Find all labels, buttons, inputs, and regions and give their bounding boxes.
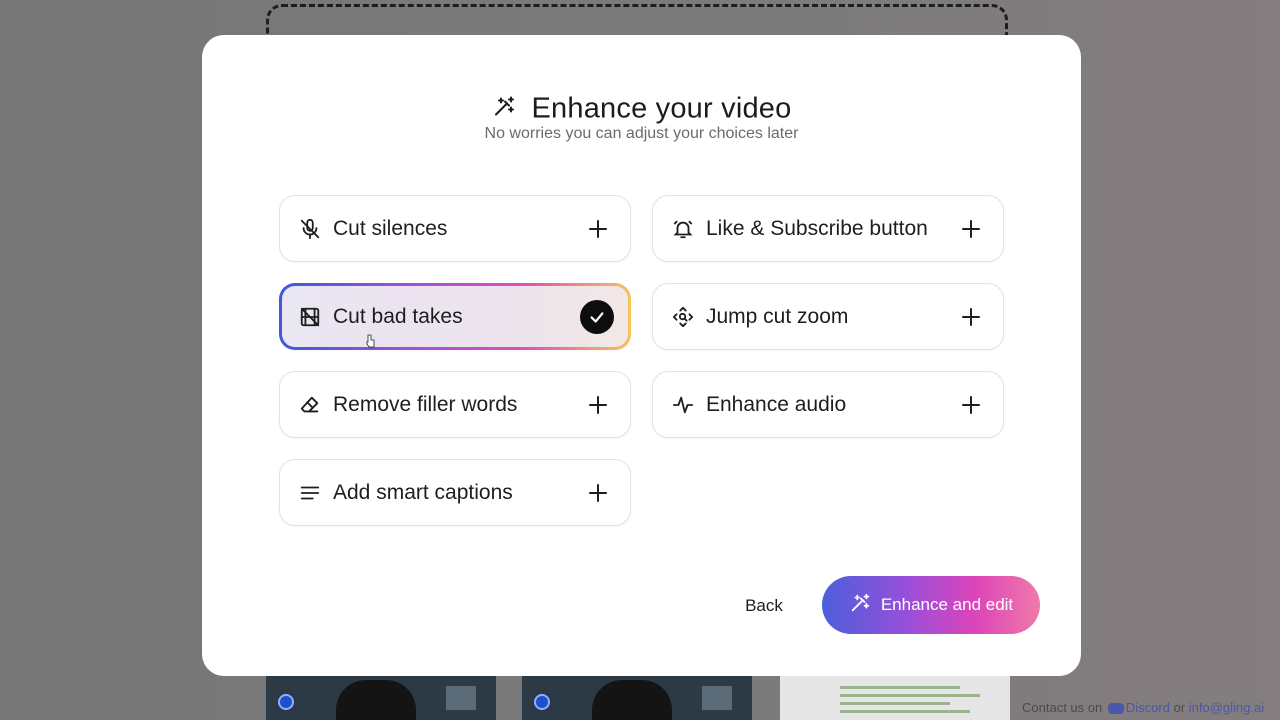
- mic-off-icon: [298, 217, 322, 241]
- doc-line: [840, 710, 970, 713]
- check-icon[interactable]: [580, 299, 614, 334]
- contact-prefix: Contact us on: [1022, 700, 1103, 715]
- option-like-subscribe-button[interactable]: Like & Subscribe button: [652, 195, 1004, 262]
- option-label: Cut bad takes: [333, 304, 463, 328]
- hand-cursor-icon: [366, 334, 375, 348]
- footer-contact: Contact us on Discord or info@gling.ai: [1022, 700, 1264, 715]
- option-label: Cut silences: [333, 216, 448, 240]
- option-label: Like & Subscribe button: [706, 216, 928, 240]
- email-link[interactable]: info@gling.ai: [1189, 700, 1264, 715]
- magic-wand-icon: [492, 95, 516, 124]
- text-lines-icon: [298, 481, 322, 505]
- discord-link[interactable]: Discord: [1126, 700, 1170, 715]
- option-label: Remove filler words: [333, 392, 518, 416]
- modal-title: Enhance your video: [531, 92, 792, 125]
- bell-icon: [671, 217, 695, 241]
- thumbnail-person: [336, 680, 416, 720]
- discord-icon: [1107, 703, 1124, 715]
- option-label: Add smart captions: [333, 480, 513, 504]
- option-jump-cut-zoom[interactable]: Jump cut zoom: [652, 283, 1004, 350]
- plus-icon[interactable]: [961, 395, 981, 415]
- back-button[interactable]: Back: [729, 591, 799, 621]
- plus-icon[interactable]: [961, 307, 981, 327]
- channel-avatar: [278, 694, 294, 710]
- plus-icon[interactable]: [588, 483, 608, 503]
- plus-icon[interactable]: [588, 395, 608, 415]
- option-add-smart-captions[interactable]: Add smart captions: [279, 459, 631, 526]
- eraser-icon: [298, 393, 322, 417]
- modal-subtitle: No worries you can adjust your choices l…: [484, 125, 799, 142]
- option-cut-silences[interactable]: Cut silences: [279, 195, 631, 262]
- video-thumbnail[interactable]: [266, 676, 496, 720]
- waveform-icon: [671, 393, 695, 417]
- option-cut-bad-takes[interactable]: Cut bad takes: [279, 283, 631, 350]
- doc-line: [840, 702, 950, 705]
- thumbnail-person: [592, 680, 672, 720]
- doc-line: [840, 686, 960, 689]
- option-remove-filler-words[interactable]: Remove filler words: [279, 371, 631, 438]
- doc-line: [840, 694, 980, 697]
- option-label: Enhance audio: [706, 392, 847, 416]
- modal-header: Enhance your video: [202, 93, 1081, 126]
- video-thumbnail[interactable]: [522, 676, 752, 720]
- film-cut-icon: [298, 305, 322, 329]
- thumbnail-background: [702, 686, 732, 710]
- option-label: Jump cut zoom: [706, 304, 849, 328]
- plus-icon[interactable]: [961, 219, 981, 239]
- thumbnail-background: [446, 686, 476, 710]
- enhance-and-edit-button[interactable]: Enhance and edit: [822, 576, 1040, 634]
- enhance-modal: Enhance your video No worries you can ad…: [202, 35, 1081, 676]
- channel-avatar: [534, 694, 550, 710]
- contact-or: or: [1173, 700, 1186, 715]
- option-enhance-audio[interactable]: Enhance audio: [652, 371, 1004, 438]
- document-thumbnail[interactable]: [780, 676, 1010, 720]
- plus-icon[interactable]: [588, 219, 608, 239]
- enhance-and-edit-label: Enhance and edit: [880, 595, 1014, 614]
- zoom-focus-icon: [671, 305, 695, 329]
- magic-wand-icon: [849, 592, 871, 619]
